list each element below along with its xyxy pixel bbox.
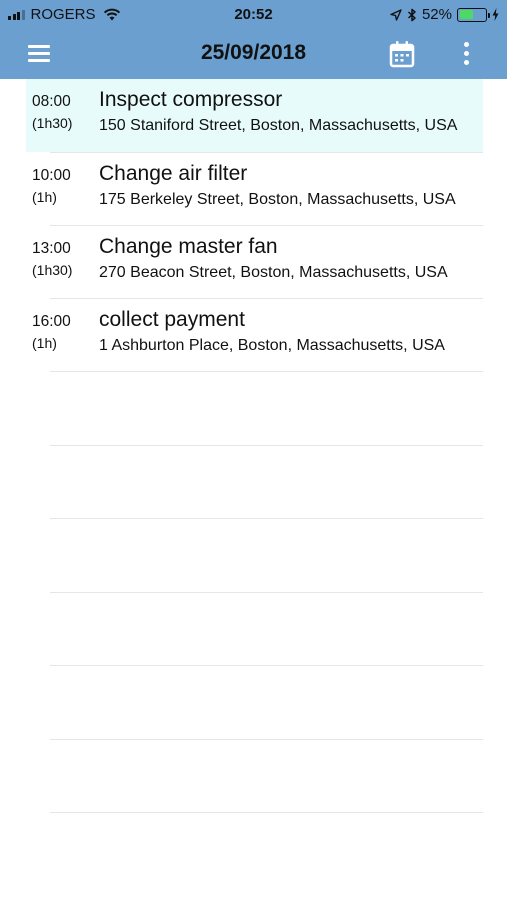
event-row[interactable]: 08:00 (1h30) Inspect compressor 150 Stan… — [26, 79, 483, 152]
charging-bolt-icon — [492, 8, 499, 21]
event-time: 10:00 — [32, 167, 71, 184]
event-address: 270 Beacon Street, Boston, Massachusetts… — [99, 264, 448, 281]
empty-slot-divider — [50, 445, 483, 446]
battery-icon — [457, 7, 490, 22]
calendar-icon — [389, 41, 415, 68]
event-time: 08:00 — [32, 93, 71, 110]
bluetooth-icon — [407, 8, 416, 21]
event-address: 1 Ashburton Place, Boston, Massachusetts… — [99, 337, 445, 354]
empty-slot-divider — [50, 739, 483, 740]
calendar-button[interactable] — [388, 39, 416, 69]
nav-bar: 25/09/2018 — [0, 30, 507, 79]
page-title: 25/09/2018 — [200, 41, 307, 64]
status-right: 52% — [390, 6, 499, 23]
event-title: Change air filter — [99, 162, 248, 185]
event-row[interactable]: 13:00 (1h30) Change master fan 270 Beaco… — [26, 226, 483, 299]
event-title: Change master fan — [99, 235, 278, 258]
event-time: 16:00 — [32, 313, 71, 330]
empty-slot-divider — [50, 812, 483, 813]
event-duration: (1h30) — [32, 115, 73, 131]
event-duration: (1h30) — [32, 262, 73, 278]
event-title: Inspect compressor — [99, 88, 283, 111]
empty-slot-divider — [50, 665, 483, 666]
event-time: 13:00 — [32, 240, 71, 257]
event-address: 175 Berkeley Street, Boston, Massachuset… — [99, 191, 456, 208]
empty-slot-divider — [50, 592, 483, 593]
event-duration: (1h) — [32, 335, 57, 351]
battery-level — [459, 10, 473, 19]
event-address: 150 Staniford Street, Boston, Massachuse… — [99, 117, 458, 134]
event-row[interactable]: 10:00 (1h) Change air filter 175 Berkele… — [26, 153, 483, 226]
battery-percent: 52% — [421, 6, 452, 23]
event-title: collect payment — [99, 308, 245, 331]
empty-slot-divider — [50, 518, 483, 519]
row-divider — [50, 371, 483, 372]
location-arrow-icon — [390, 8, 402, 21]
status-bar: ROGERS 20:52 52% — [0, 0, 507, 30]
event-row[interactable]: 16:00 (1h) collect payment 1 Ashburton P… — [26, 299, 483, 372]
event-duration: (1h) — [32, 189, 57, 205]
more-options-button[interactable] — [458, 40, 476, 68]
